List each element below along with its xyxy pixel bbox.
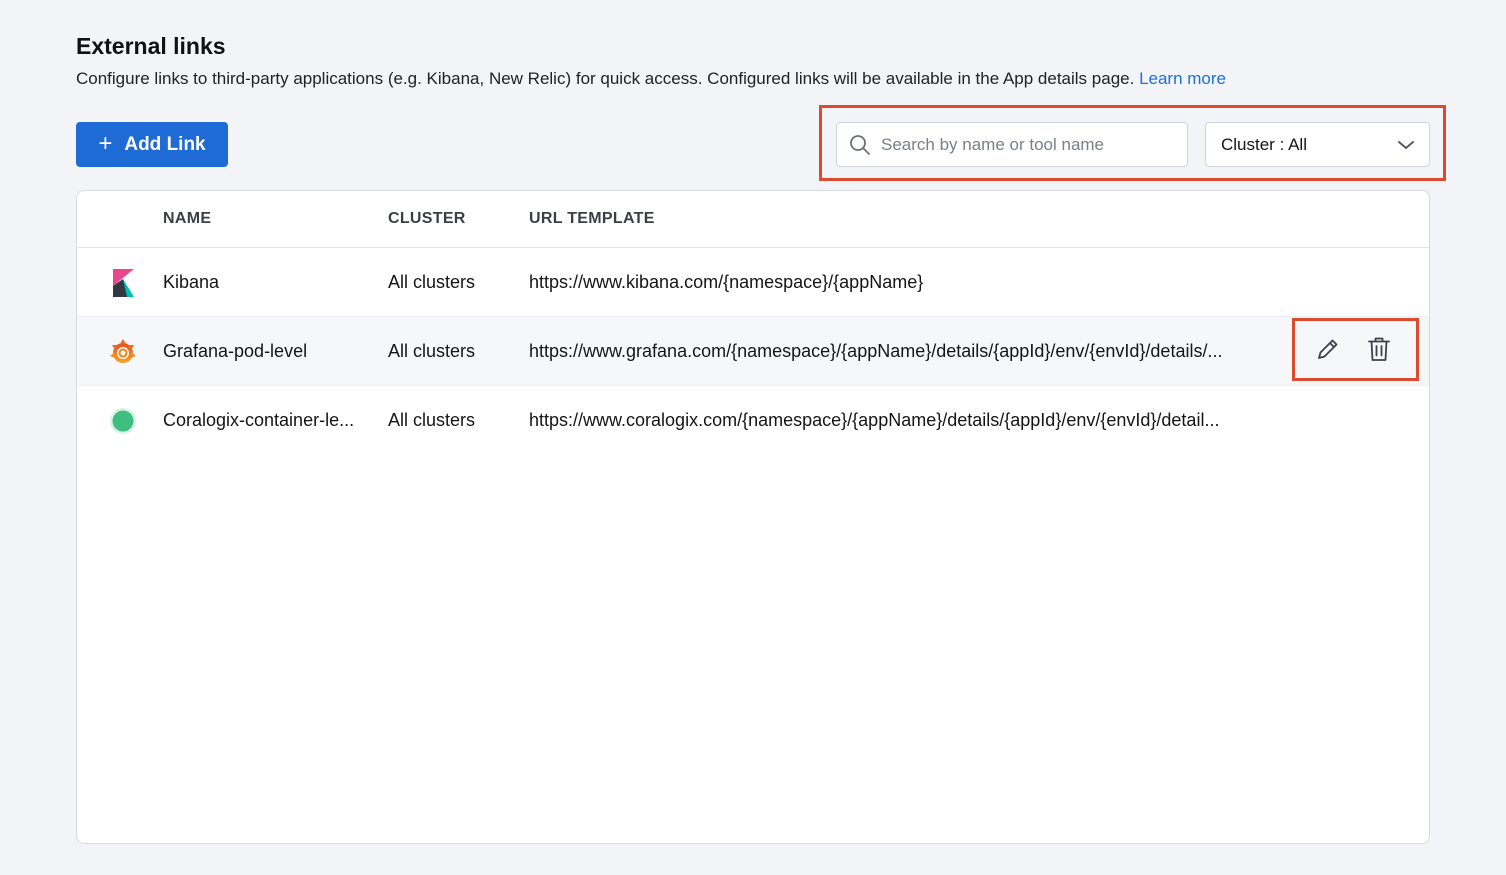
row-url-template: https://www.grafana.com/{namespace}/{app… xyxy=(529,341,1223,361)
search-box[interactable] xyxy=(836,122,1188,167)
edit-link-button[interactable] xyxy=(1311,332,1345,366)
trash-icon xyxy=(1368,337,1390,361)
row-name: Coralogix-container-le... xyxy=(163,410,355,430)
external-links-table: NAME CLUSTER URL TEMPLATE Kibana All clu… xyxy=(76,190,1430,844)
kibana-logo-icon xyxy=(108,248,138,317)
row-url-template: https://www.coralogix.com/{namespace}/{a… xyxy=(529,410,1220,430)
table-header: NAME CLUSTER URL TEMPLATE xyxy=(77,191,1429,248)
row-cluster: All clusters xyxy=(388,410,476,430)
table-row[interactable]: Kibana All clusters https://www.kibana.c… xyxy=(77,248,1429,317)
column-header-cluster[interactable]: CLUSTER xyxy=(388,210,466,228)
chevron-down-icon xyxy=(1398,140,1414,149)
cluster-filter-select[interactable]: Cluster : All xyxy=(1205,122,1430,167)
row-name: Grafana-pod-level xyxy=(163,341,308,361)
add-link-label: Add Link xyxy=(124,133,206,155)
row-url-template: https://www.kibana.com/{namespace}/{appN… xyxy=(529,272,924,292)
table-row[interactable]: Grafana-pod-level All clusters https://w… xyxy=(77,317,1429,386)
row-name: Kibana xyxy=(163,272,220,292)
cluster-filter-value: Cluster : All xyxy=(1221,134,1307,154)
grafana-logo-icon xyxy=(108,317,138,386)
column-header-url-template: URL TEMPLATE xyxy=(529,210,655,227)
search-input[interactable] xyxy=(879,133,1173,156)
plus-icon: + xyxy=(98,129,113,157)
add-link-button[interactable]: + Add Link xyxy=(76,122,228,167)
table-row[interactable]: Coralogix-container-le... All clusters h… xyxy=(77,386,1429,455)
column-header-name[interactable]: NAME xyxy=(163,210,211,228)
row-cluster: All clusters xyxy=(388,341,476,361)
search-icon xyxy=(850,134,870,155)
coralogix-logo-icon xyxy=(108,386,138,455)
description-text: Configure links to third-party applicati… xyxy=(76,69,1135,88)
row-cluster: All clusters xyxy=(388,272,476,292)
page-title: External links xyxy=(76,33,226,59)
delete-link-button[interactable] xyxy=(1362,332,1396,366)
pencil-icon xyxy=(1318,339,1338,359)
learn-more-link[interactable]: Learn more xyxy=(1139,69,1226,88)
page-description: Configure links to third-party applicati… xyxy=(76,69,1226,89)
